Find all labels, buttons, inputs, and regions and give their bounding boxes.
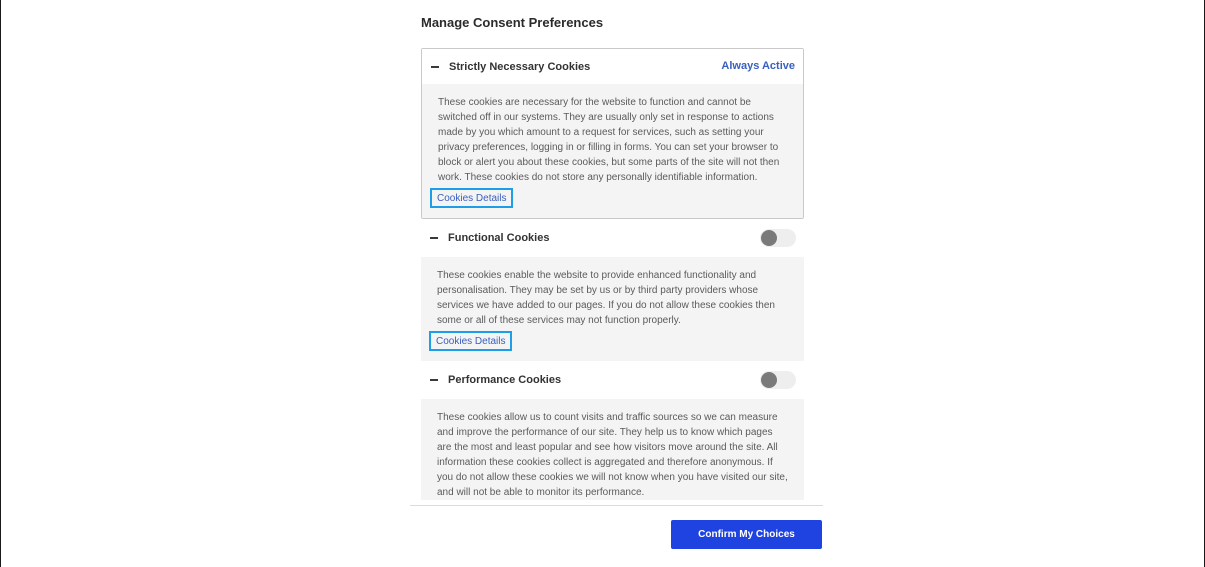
- performance-cookies-toggle[interactable]: [760, 371, 796, 389]
- section-header-strictly-necessary[interactable]: Strictly Necessary Cookies Always Active: [422, 49, 803, 84]
- section-header-functional[interactable]: Functional Cookies: [421, 219, 804, 257]
- preferences-scroll-area[interactable]: Strictly Necessary Cookies Always Active…: [421, 48, 804, 500]
- collapse-minus-icon[interactable]: [430, 379, 438, 381]
- footer-divider: [410, 505, 823, 506]
- confirm-my-choices-button[interactable]: Confirm My Choices: [671, 520, 822, 549]
- section-body: These cookies allow us to count visits a…: [421, 399, 804, 500]
- section-title: Strictly Necessary Cookies: [449, 60, 591, 73]
- section-description: These cookies are necessary for the webs…: [438, 97, 780, 183]
- panel-title: Manage Consent Preferences: [421, 15, 604, 30]
- section-title: Functional Cookies: [448, 232, 550, 244]
- collapse-minus-icon[interactable]: [431, 65, 439, 68]
- section-body: These cookies are necessary for the webs…: [422, 84, 803, 218]
- section-performance: Performance Cookies These cookies allow …: [421, 361, 804, 500]
- section-header-performance[interactable]: Performance Cookies: [421, 361, 804, 399]
- section-description: These cookies allow us to count visits a…: [437, 412, 788, 498]
- section-title: Performance Cookies: [448, 374, 562, 386]
- section-description: These cookies enable the website to prov…: [437, 270, 775, 326]
- always-active-label: Always Active: [721, 60, 795, 72]
- section-functional: Functional Cookies These cookies enable …: [421, 219, 804, 361]
- toggle-knob: [761, 230, 777, 246]
- cookies-details-link[interactable]: Cookies Details: [429, 331, 513, 351]
- cookies-details-link[interactable]: Cookies Details: [430, 188, 514, 208]
- toggle-knob: [761, 372, 777, 388]
- collapse-minus-icon[interactable]: [430, 237, 438, 239]
- section-body: These cookies enable the website to prov…: [421, 257, 804, 361]
- section-strictly-necessary: Strictly Necessary Cookies Always Active…: [421, 48, 804, 219]
- functional-cookies-toggle[interactable]: [760, 229, 796, 247]
